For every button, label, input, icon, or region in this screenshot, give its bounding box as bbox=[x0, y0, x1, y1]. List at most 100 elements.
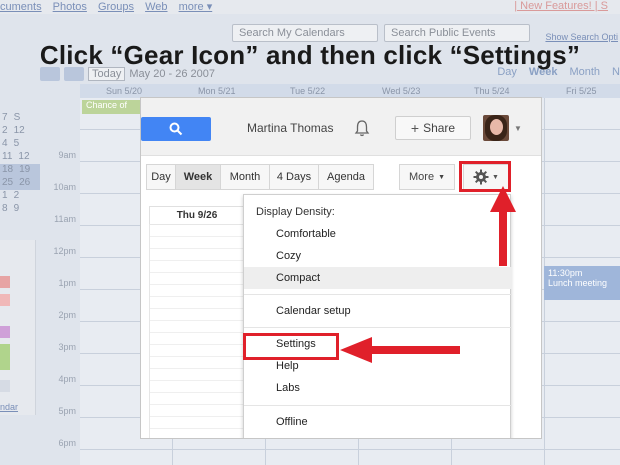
share-label: Share bbox=[423, 121, 456, 135]
plus-icon: + bbox=[410, 120, 420, 136]
menu-item-offline[interactable]: Offline bbox=[244, 411, 512, 433]
bg-mini-date[interactable]: 8 bbox=[2, 203, 8, 216]
bg-time-label: 11am bbox=[54, 214, 76, 224]
more-caret-icon: ▼ bbox=[438, 173, 445, 181]
bg-event-lunch-time: 11:30pm bbox=[548, 268, 583, 278]
avatar-face bbox=[490, 119, 503, 135]
bg-mini-row: 45 bbox=[0, 138, 40, 151]
menu-divider bbox=[244, 327, 512, 328]
menu-divider bbox=[244, 294, 512, 295]
bg-link-more[interactable]: more ▾ bbox=[179, 1, 213, 13]
week-grid: Thu 9/26 bbox=[149, 206, 245, 438]
bg-time-label: 1pm bbox=[58, 278, 76, 288]
bg-mini-row: 7S bbox=[0, 112, 40, 125]
avatar-caret-icon[interactable]: ▼ bbox=[514, 124, 522, 133]
bg-calendar-swatches bbox=[0, 276, 26, 398]
bg-mini-date[interactable]: 7 bbox=[2, 112, 8, 125]
bg-day-label: Wed 5/23 bbox=[382, 86, 421, 96]
bg-mini-date[interactable]: 2 bbox=[14, 190, 20, 203]
bg-time-label: 2pm bbox=[58, 310, 76, 320]
more-button[interactable]: More ▼ bbox=[399, 164, 455, 190]
bell-icon[interactable] bbox=[354, 119, 370, 137]
bg-calendar-color-swatch[interactable] bbox=[0, 380, 10, 392]
view-day-button[interactable]: Day bbox=[146, 164, 176, 190]
bg-time-label: 5pm bbox=[58, 406, 76, 416]
arrow-up-icon bbox=[490, 186, 516, 266]
bg-mini-date[interactable]: 5 bbox=[14, 138, 20, 151]
bg-mini-date[interactable]: S bbox=[14, 112, 21, 125]
search-icon bbox=[169, 122, 183, 136]
bg-mini-row: 18 19 bbox=[0, 164, 40, 177]
bg-day-label: Fri 5/25 bbox=[566, 86, 597, 96]
bg-time-label: 9am bbox=[58, 150, 76, 160]
bg-top-links: cuments Photos Groups Web more ▾ | New F… bbox=[0, 0, 620, 14]
menu-item-comfortable[interactable]: Comfortable bbox=[244, 223, 512, 245]
bg-link-web[interactable]: Web bbox=[145, 1, 167, 13]
avatar[interactable] bbox=[483, 115, 509, 141]
bg-mini-date[interactable]: 1 bbox=[2, 190, 8, 203]
bg-time-label: 3pm bbox=[58, 342, 76, 352]
bg-mini-date[interactable]: 11 bbox=[2, 151, 12, 164]
menu-item-labs[interactable]: Labs bbox=[244, 377, 512, 399]
bg-mini-date[interactable]: 19 bbox=[19, 164, 30, 177]
bg-mini-calendar: 7S 2 12 45 11 12 18 19 25 26 12 89 bbox=[0, 112, 40, 216]
day-column[interactable] bbox=[149, 224, 245, 438]
bg-mini-row: 2 12 bbox=[0, 125, 40, 138]
view-4days-button[interactable]: 4 Days bbox=[269, 164, 319, 190]
day-header[interactable]: Thu 9/26 bbox=[149, 206, 245, 224]
bg-link-photos[interactable]: Photos bbox=[53, 1, 87, 13]
bg-day-label: Mon 5/21 bbox=[198, 86, 236, 96]
bg-mini-date[interactable]: 26 bbox=[19, 177, 30, 190]
bg-mini-row: 11 12 bbox=[0, 151, 40, 164]
settings-highlight-box bbox=[243, 333, 339, 360]
bg-time-label: 12pm bbox=[53, 246, 76, 256]
bg-calendar-color-swatch[interactable] bbox=[0, 344, 10, 370]
bg-time-label: 4pm bbox=[58, 374, 76, 384]
search-button[interactable] bbox=[141, 117, 211, 141]
bg-event-chance[interactable]: Chance of bbox=[82, 100, 142, 114]
bg-day-label: Tue 5/22 bbox=[290, 86, 326, 96]
share-button[interactable]: + Share bbox=[395, 116, 471, 140]
bg-calendar-color-swatch[interactable] bbox=[0, 276, 10, 288]
bg-time-label: 6pm bbox=[58, 438, 76, 448]
bg-mini-date[interactable]: 12 bbox=[18, 151, 29, 164]
view-month-button[interactable]: Month bbox=[220, 164, 270, 190]
menu-item-compact[interactable]: Compact bbox=[244, 267, 512, 289]
user-name[interactable]: Martina Thomas bbox=[247, 121, 333, 135]
view-week-button[interactable]: Week bbox=[175, 164, 221, 190]
bg-calendar-color-swatch[interactable] bbox=[0, 326, 10, 338]
bg-mini-date[interactable]: 9 bbox=[14, 203, 20, 216]
bg-day-label: Thu 5/24 bbox=[474, 86, 510, 96]
menu-divider bbox=[244, 405, 512, 406]
instruction-title: Click “Gear Icon” and then click “Settin… bbox=[39, 40, 581, 70]
settings-menu: Display Density: Comfortable Cozy Compac… bbox=[243, 194, 512, 438]
bg-mini-date[interactable]: 2 bbox=[2, 125, 8, 138]
bg-mini-row: 89 bbox=[0, 203, 40, 216]
bg-time-column: 9am 10am 11am 12pm 1pm 2pm 3pm 4pm 5pm 6… bbox=[44, 150, 80, 465]
more-label: More bbox=[409, 171, 435, 183]
bg-mini-row: 12 bbox=[0, 190, 40, 203]
bg-calendar-link[interactable]: ndar bbox=[0, 402, 18, 412]
bg-mini-date[interactable]: 25 bbox=[2, 177, 13, 190]
arrow-left-icon bbox=[340, 337, 460, 363]
bg-time-label: 10am bbox=[53, 182, 76, 192]
bg-mini-row: 25 26 bbox=[0, 177, 40, 190]
bg-calendar-color-swatch[interactable] bbox=[0, 294, 10, 306]
bg-mini-date[interactable]: 18 bbox=[2, 164, 13, 177]
bg-new-features[interactable]: | New Features! | S bbox=[514, 0, 608, 12]
view-toolbar: Day Week Month 4 Days Agenda bbox=[146, 164, 374, 190]
google-bar: Martina Thomas + Share ▼ bbox=[141, 98, 541, 156]
bg-mini-date[interactable]: 12 bbox=[14, 125, 25, 138]
view-agenda-button[interactable]: Agenda bbox=[318, 164, 374, 190]
bg-day-label: Sun 5/20 bbox=[106, 86, 143, 96]
bg-mini-date[interactable]: 4 bbox=[2, 138, 8, 151]
calendar-screenshot: Martina Thomas + Share ▼ Day Week Month … bbox=[140, 97, 542, 439]
bg-event-lunch-title: Lunch meeting bbox=[548, 278, 608, 288]
menu-item-cozy[interactable]: Cozy bbox=[244, 245, 512, 267]
bg-link-groups[interactable]: Groups bbox=[98, 1, 134, 13]
bg-link-documents[interactable]: cuments bbox=[0, 1, 42, 13]
bg-event-lunch[interactable]: 11:30pm Lunch meeting bbox=[544, 266, 620, 300]
bg-days-header: Sun 5/20 Mon 5/21 Tue 5/22 Wed 5/23 Thu … bbox=[80, 84, 620, 98]
display-density-header: Display Density: bbox=[256, 206, 335, 218]
menu-item-calendar-setup[interactable]: Calendar setup bbox=[244, 300, 512, 322]
